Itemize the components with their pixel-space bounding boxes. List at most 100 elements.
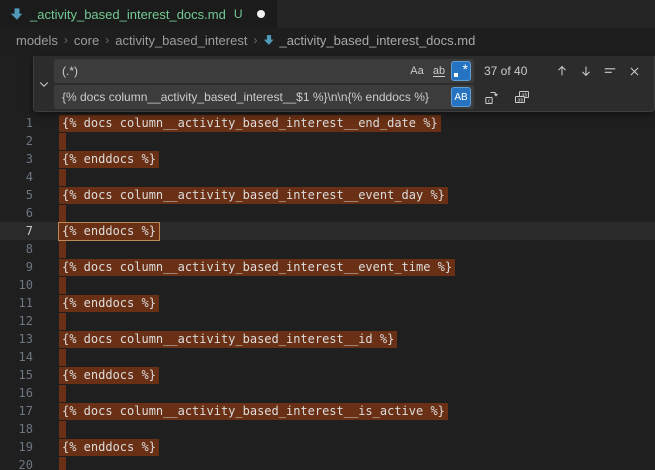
find-replace-widget: Aa ab * 37 of 40 [33, 56, 655, 112]
previous-match-button[interactable] [552, 61, 572, 81]
toggle-replace-button[interactable] [34, 56, 54, 111]
code-text: {% docs column__activity_based_interest_… [59, 403, 448, 420]
line-number[interactable]: 12 [0, 312, 33, 330]
breadcrumb-separator: › [63, 33, 69, 47]
empty-line-match-highlight [59, 277, 66, 294]
find-row: Aa ab * 37 of 40 [54, 59, 648, 83]
editor-tab[interactable]: _activity_based_interest_docs.md U [0, 0, 277, 28]
code-line[interactable]: 9 {% docs column__activity_based_interest… [0, 258, 655, 276]
empty-line-match-highlight [59, 205, 66, 222]
code-line[interactable]: 11 {% enddocs %} [0, 294, 655, 312]
line-number[interactable]: 17 [0, 402, 33, 420]
code-text: {% enddocs %} [59, 439, 159, 456]
code-line[interactable]: 1 {% docs column__activity_based_interest… [0, 114, 655, 132]
line-number[interactable]: 20 [0, 456, 33, 470]
editor[interactable]: Aa ab * 37 of 40 [0, 52, 655, 470]
line-number[interactable]: 1 [0, 114, 33, 132]
code-line[interactable]: 16 [0, 384, 655, 402]
code-text: {% docs column__activity_based_interest_… [59, 115, 441, 132]
empty-line-match-highlight [59, 169, 66, 186]
markdown-file-icon [263, 34, 275, 46]
tab-bar: _activity_based_interest_docs.md U [0, 0, 655, 28]
line-number[interactable]: 18 [0, 420, 33, 438]
code-line[interactable]: 15 {% enddocs %} [0, 366, 655, 384]
code-line[interactable]: 2 [0, 132, 655, 150]
editor-lines: 1 {% docs column__activity_based_interest… [0, 114, 655, 470]
breadcrumb-item-core[interactable]: core [74, 33, 99, 48]
code-text: {% docs column__activity_based_interest_… [59, 259, 455, 276]
code-line[interactable]: 13{% docs column__activity_based_interes… [0, 330, 655, 348]
match-case-toggle[interactable]: Aa [407, 61, 427, 81]
line-number[interactable]: 2 [0, 132, 33, 150]
empty-line-match-highlight [59, 313, 66, 330]
find-input[interactable] [62, 64, 405, 78]
replace-input-box: AB [54, 85, 474, 109]
git-status-badge: U [234, 7, 243, 21]
code-text: {% enddocs %} [59, 367, 159, 384]
code-text: {% enddocs %} [59, 223, 159, 240]
code-line[interactable]: 18 [0, 420, 655, 438]
breadcrumb-item-file[interactable]: _activity_based_interest_docs.md [263, 33, 475, 48]
regex-toggle[interactable]: * [451, 61, 471, 81]
code-line[interactable]: 10 [0, 276, 655, 294]
code-line[interactable]: 8 [0, 240, 655, 258]
code-text: {% docs column__activity_based_interest_… [59, 187, 448, 204]
empty-line-match-highlight [59, 133, 66, 150]
code-text: {% enddocs %} [59, 151, 159, 168]
code-line[interactable]: 3 {% enddocs %} [0, 150, 655, 168]
line-number[interactable]: 19 [0, 438, 33, 456]
line-number[interactable]: 10 [0, 276, 33, 294]
line-number[interactable]: 9 [0, 258, 33, 276]
code-line[interactable]: 7 {% enddocs %} [0, 222, 655, 240]
empty-line-match-highlight [59, 421, 66, 438]
line-number[interactable]: 7 [0, 222, 33, 240]
next-match-button[interactable] [576, 61, 596, 81]
code-line[interactable]: 17 {% docs column__activity_based_interes… [0, 402, 655, 420]
code-text: {% enddocs %} [59, 295, 159, 312]
line-number[interactable]: 8 [0, 240, 33, 258]
code-line[interactable]: 19 {% enddocs %} [0, 438, 655, 456]
breadcrumb-separator: › [252, 33, 258, 47]
code-line[interactable]: 12 [0, 312, 655, 330]
tab-title: _activity_based_interest_docs.md [30, 7, 226, 22]
line-number[interactable]: 13 [0, 330, 33, 348]
selection-lines-icon [603, 64, 617, 78]
arrow-up-icon [555, 64, 569, 78]
regex-icon: * [454, 64, 468, 78]
arrow-down-icon [579, 64, 593, 78]
replace-input[interactable] [62, 90, 449, 104]
empty-line-match-highlight [59, 241, 66, 258]
modified-dot-icon[interactable] [257, 10, 265, 18]
line-number[interactable]: 3 [0, 150, 33, 168]
match-count: 37 of 40 [484, 64, 527, 78]
replace-icon: c [484, 89, 500, 105]
chevron-down-icon [38, 78, 50, 90]
empty-line-match-highlight [59, 385, 66, 402]
replace-all-button[interactable]: ab ab [512, 87, 532, 107]
code-line[interactable]: 6 [0, 204, 655, 222]
find-input-box: Aa ab * [54, 59, 474, 83]
line-number[interactable]: 5 [0, 186, 33, 204]
find-in-selection-button[interactable] [600, 61, 620, 81]
close-find-button[interactable] [624, 61, 644, 81]
whole-word-toggle[interactable]: ab [429, 61, 449, 81]
line-number[interactable]: 4 [0, 168, 33, 186]
empty-line-match-highlight [59, 457, 66, 470]
replace-row: AB c ab [54, 85, 648, 109]
breadcrumb-item-activity-based-interest[interactable]: activity_based_interest [115, 33, 247, 48]
replace-button[interactable]: c [482, 87, 502, 107]
line-number[interactable]: 6 [0, 204, 33, 222]
code-line[interactable]: 14 [0, 348, 655, 366]
line-number[interactable]: 16 [0, 384, 33, 402]
preserve-case-toggle[interactable]: AB [451, 87, 471, 107]
empty-line-match-highlight [59, 349, 66, 366]
code-line[interactable]: 5 {% docs column__activity_based_interest… [0, 186, 655, 204]
code-line[interactable]: 20 [0, 456, 655, 470]
code-line[interactable]: 4 [0, 168, 655, 186]
markdown-file-icon [10, 7, 24, 21]
line-number[interactable]: 11 [0, 294, 33, 312]
svg-text:ab: ab [517, 97, 523, 103]
line-number[interactable]: 15 [0, 366, 33, 384]
breadcrumb-item-models[interactable]: models [16, 33, 58, 48]
line-number[interactable]: 14 [0, 348, 33, 366]
